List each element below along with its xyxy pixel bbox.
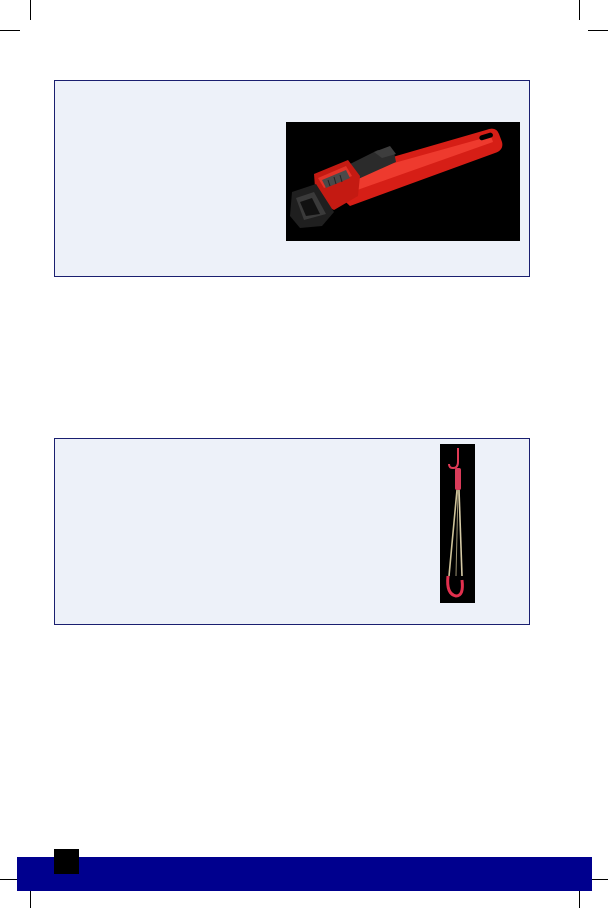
drain-snake-tool-photo	[440, 444, 475, 603]
crop-mark	[0, 30, 20, 31]
crop-mark	[588, 30, 608, 31]
page-number-box	[54, 849, 79, 874]
figure-panel-pipe-wrench	[54, 80, 530, 277]
crop-mark	[30, 0, 31, 20]
figure-panel-drain-tool	[54, 438, 530, 625]
pipe-wrench-photo	[286, 122, 520, 241]
crop-mark	[579, 888, 580, 908]
footer-bar	[17, 857, 592, 891]
crop-mark	[30, 888, 31, 908]
crop-mark	[579, 0, 580, 20]
